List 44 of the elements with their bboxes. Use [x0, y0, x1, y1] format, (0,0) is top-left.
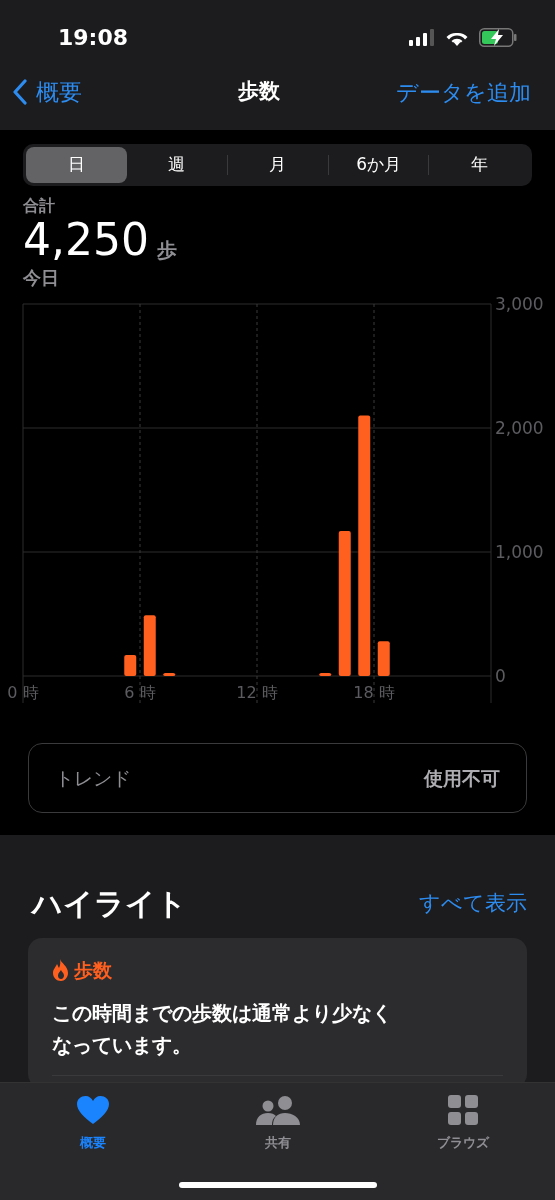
total-value: 4,250: [23, 218, 149, 262]
bar: [377, 641, 390, 676]
page-title: 歩数: [238, 78, 280, 106]
show-all-link[interactable]: すべて表示: [419, 887, 527, 920]
add-data-button[interactable]: データを追加: [396, 75, 531, 109]
tab-bar-item[interactable]: ブラウズ: [370, 1093, 555, 1153]
x-axis-label: 6 時: [124, 683, 156, 702]
signal-icon: [409, 28, 435, 46]
bar: [319, 673, 332, 676]
status-time: 19:08: [58, 23, 129, 52]
y-axis-label: 1,000: [495, 542, 544, 562]
segment-tab[interactable]: 6か月: [328, 147, 429, 183]
trend-card[interactable]: トレンド 使用不可: [28, 743, 527, 813]
people-icon: [254, 1095, 301, 1125]
highlight-category: 歩数: [74, 958, 112, 983]
highlight-text: この時間までの歩数は通常より少なくなっています。: [52, 999, 393, 1059]
bar: [124, 654, 137, 676]
tab-bar-item[interactable]: 概要: [0, 1093, 185, 1153]
segment-tab[interactable]: 年: [429, 147, 529, 183]
bar: [143, 615, 156, 676]
segment-tab[interactable]: 日: [26, 147, 127, 183]
period-label: 今日: [23, 266, 60, 290]
trend-value: 使用不可: [424, 765, 500, 791]
grid-icon: [446, 1094, 479, 1126]
back-button[interactable]: 概要: [12, 74, 82, 110]
y-axis-label: 3,000: [495, 294, 544, 314]
y-axis-label: 2,000: [495, 418, 544, 438]
chevron-left-icon: [12, 79, 28, 105]
tab-bar-item[interactable]: 共有: [185, 1093, 370, 1153]
total-label: 合計: [23, 195, 56, 217]
x-axis-label: 0 時: [7, 683, 39, 702]
battery-charging-icon: [479, 27, 517, 47]
y-axis-label: 0: [495, 666, 506, 686]
x-axis-label: 12 時: [236, 683, 278, 702]
x-axis-label: 18 時: [353, 683, 395, 702]
segment-tab[interactable]: 月: [228, 147, 328, 183]
bar: [163, 673, 176, 676]
highlight-card[interactable]: 歩数 この時間までの歩数は通常より少なくなっています。: [28, 938, 527, 1082]
total-unit: 歩: [156, 240, 177, 262]
segment-tab[interactable]: 週: [126, 147, 228, 183]
flame-icon: [52, 959, 70, 982]
trend-label: トレンド: [55, 765, 131, 791]
heart-icon: [75, 1095, 110, 1125]
section-title: ハイライト: [32, 885, 187, 923]
